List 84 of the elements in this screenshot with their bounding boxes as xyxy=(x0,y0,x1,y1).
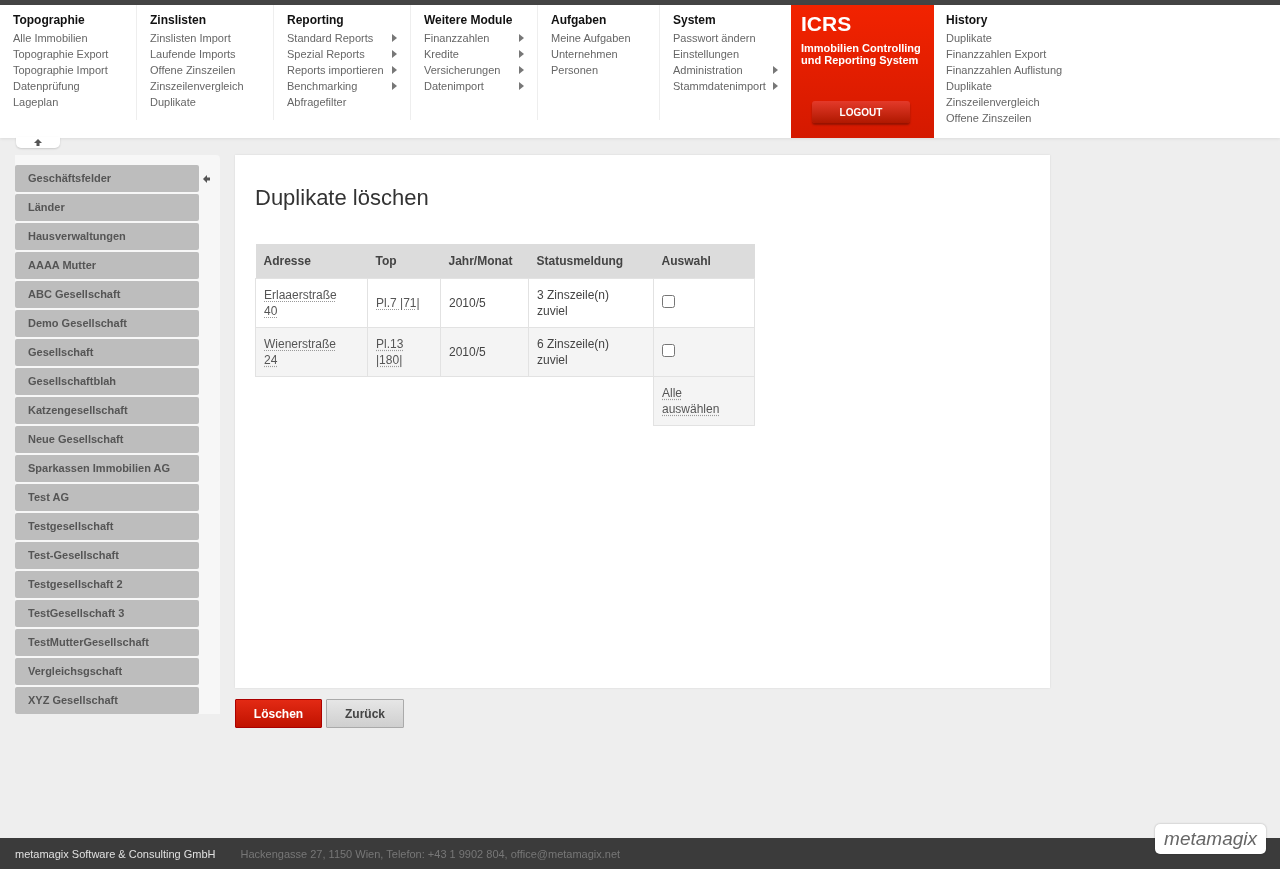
menu-heading: Reporting xyxy=(287,13,345,29)
menu-item[interactable]: Duplikate xyxy=(150,94,260,110)
table-cell: 6 Zinszeile(n) zuviel xyxy=(528,327,654,377)
menu-item[interactable]: Meine Aufgaben xyxy=(551,30,646,46)
company-name: metamagix Software & Consulting GmbH xyxy=(15,847,216,860)
column-header: Adresse xyxy=(255,244,368,279)
sidebar-item[interactable]: Länder xyxy=(15,194,199,221)
column-header: Auswahl xyxy=(653,244,755,279)
select-checkbox[interactable] xyxy=(662,343,675,357)
menu-heading: Weitere Module xyxy=(424,13,514,29)
left-arrow-icon xyxy=(202,175,210,183)
menu-item[interactable]: Administration xyxy=(673,62,778,78)
history-item[interactable]: Offene Zinszeilen xyxy=(946,110,1121,126)
top-link[interactable]: Pl.7 |71| xyxy=(376,295,420,311)
sidebar-item[interactable]: ABC Gesellschaft xyxy=(15,281,199,308)
column-header: Jahr/Monat xyxy=(440,244,529,279)
sidebar-item[interactable]: AAAA Mutter xyxy=(15,252,199,279)
address-link[interactable]: Wienerstraße 24 xyxy=(264,336,344,368)
menu-heading: Zinslisten xyxy=(150,13,207,29)
menu-item[interactable]: Finanzzahlen xyxy=(424,30,524,46)
sidebar-item[interactable]: Gesellschaftblah xyxy=(15,368,199,395)
menu-item[interactable]: Reports importieren xyxy=(287,62,397,78)
select-checkbox[interactable] xyxy=(662,294,675,308)
menu-heading: System xyxy=(673,13,717,29)
sidebar-item[interactable]: Hausverwaltungen xyxy=(15,223,199,250)
page-title: Duplikate löschen xyxy=(255,185,430,211)
company-logo: metamagix xyxy=(1155,824,1266,854)
history-item[interactable]: Finanzzahlen Export xyxy=(946,46,1121,62)
menu-item[interactable]: Passwort ändern xyxy=(673,30,778,46)
sidebar-item[interactable]: Testgesellschaft xyxy=(15,513,199,540)
column-header: Top xyxy=(367,244,441,279)
up-arrow-icon xyxy=(34,139,42,146)
delete-button[interactable]: Löschen xyxy=(235,699,322,728)
table-cell: 2010/5 xyxy=(440,278,529,328)
history-item[interactable]: Duplikate xyxy=(946,30,1121,46)
menu-heading: History xyxy=(946,13,989,29)
menu-item[interactable]: Abfragefilter xyxy=(287,94,397,110)
sidebar-item[interactable]: Test-Gesellschaft xyxy=(15,542,199,569)
column-header: Statusmeldung xyxy=(528,244,654,279)
top-link[interactable]: Pl.13 |180| xyxy=(376,336,428,368)
table-cell: 2010/5 xyxy=(440,327,529,377)
menu-item[interactable]: Topographie Import xyxy=(13,62,123,78)
sidebar-item[interactable]: Gesellschaft xyxy=(15,339,199,366)
menu-item[interactable]: Offene Zinszeilen xyxy=(150,62,260,78)
menu-item[interactable]: Topographie Export xyxy=(13,46,123,62)
sidebar-item[interactable]: TestMutterGesellschaft xyxy=(15,629,199,656)
brand-title: ICRS xyxy=(801,13,853,35)
menu-item[interactable]: Datenimport xyxy=(424,78,524,94)
brand-subtitle: Immobilien Controlling und Reporting System xyxy=(801,42,922,66)
menu-item[interactable]: Benchmarking xyxy=(287,78,397,94)
menu-item[interactable]: Zinszeilenvergleich xyxy=(150,78,260,94)
sidebar-item[interactable]: Katzengesellschaft xyxy=(15,397,199,424)
menu-item[interactable]: Laufende Imports xyxy=(150,46,260,62)
menu-item[interactable]: Versicherungen xyxy=(424,62,524,78)
history-item[interactable]: Zinszeilenvergleich xyxy=(946,94,1121,110)
sidebar-item[interactable]: Test AG xyxy=(15,484,199,511)
menu-heading: Topographie xyxy=(13,13,86,29)
history-item[interactable]: Finanzzahlen Auflistung xyxy=(946,62,1121,78)
logout-button[interactable]: LOGOUT xyxy=(812,101,910,123)
sidebar-item[interactable]: Geschäftsfelder xyxy=(15,165,199,192)
sidebar-item[interactable]: TestGesellschaft 3 xyxy=(15,600,199,627)
address-link[interactable]: Erlaaerstraße 40 xyxy=(264,287,344,319)
menu-item[interactable]: Kredite xyxy=(424,46,524,62)
table-cell: 3 Zinszeile(n) zuviel xyxy=(528,278,654,328)
sidebar-item[interactable]: Neue Gesellschaft xyxy=(15,426,199,453)
menu-item[interactable]: Lageplan xyxy=(13,94,123,110)
menu-item[interactable]: Einstellungen xyxy=(673,46,778,62)
menu-item[interactable]: Datenprüfung xyxy=(13,78,123,94)
sidebar-item[interactable]: Sparkassen Immobilien AG xyxy=(15,455,199,482)
sidebar-item[interactable]: Vergleichsgschaft xyxy=(15,658,199,685)
menu-item[interactable]: Zinslisten Import xyxy=(150,30,260,46)
collapse-menu-tab[interactable] xyxy=(16,137,60,148)
history-item[interactable]: Duplikate xyxy=(946,78,1121,94)
sidebar-item[interactable]: Demo Gesellschaft xyxy=(15,310,199,337)
back-button[interactable]: Zurück xyxy=(326,699,404,728)
menu-item[interactable]: Personen xyxy=(551,62,646,78)
sidebar-item[interactable]: XYZ Gesellschaft xyxy=(15,687,199,714)
menu-item[interactable]: Unternehmen xyxy=(551,46,646,62)
menu-item[interactable]: Spezial Reports xyxy=(287,46,397,62)
menu-item[interactable]: Stammdatenimport xyxy=(673,78,778,94)
sidebar-item[interactable]: Testgesellschaft 2 xyxy=(15,571,199,598)
menu-item[interactable]: Alle Immobilien xyxy=(13,30,123,46)
menu-item[interactable]: Standard Reports xyxy=(287,30,397,46)
menu-heading: Aufgaben xyxy=(551,13,608,29)
